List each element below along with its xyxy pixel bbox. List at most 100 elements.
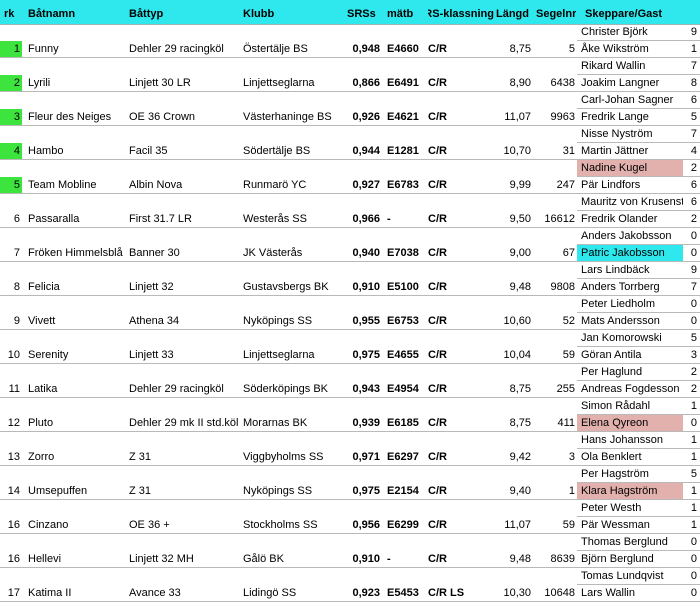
srs-value: 0,975 xyxy=(352,485,380,497)
crew-count: 0 xyxy=(690,417,697,429)
rank-value: 11 xyxy=(8,383,20,395)
length-value: 8,75 xyxy=(509,383,531,395)
rank-value: 13 xyxy=(7,451,20,463)
rank-value: 9 xyxy=(13,315,20,327)
rank-cell: 13 xyxy=(0,449,22,466)
boat-type: OE 36 + xyxy=(129,519,170,531)
measurement-id: - xyxy=(387,213,391,225)
skipper-count: 1 xyxy=(690,434,697,446)
boat-name: Vivett xyxy=(28,315,56,327)
sail-number: 6438 xyxy=(550,77,575,89)
row-divider-inner xyxy=(577,244,700,245)
length-value: 11,07 xyxy=(504,519,531,531)
boat-type: Linjett 32 MH xyxy=(129,553,194,565)
club-name: Stockholms SS xyxy=(243,519,318,531)
rank-value: 16 xyxy=(7,553,20,565)
measurement-id: E6297 xyxy=(387,451,419,463)
measurement-id: E6185 xyxy=(387,417,419,429)
boat-name: Serenity xyxy=(28,349,69,361)
row-divider-inner xyxy=(577,74,700,75)
rank-cell: 10 xyxy=(0,347,22,364)
table-row: 8 Felicia Linjett 32 Gustavsbergs BK 0,910 E5… xyxy=(0,262,700,296)
srs-value: 0,944 xyxy=(352,145,380,157)
table-row: 9 Vivett Athena 34 Nyköpings SS 0,955 E6753 C/… xyxy=(0,296,700,330)
table-row: 10 Serenity Linjett 33 Linjettseglarna 0,975… xyxy=(0,330,700,364)
length-value: 9,42 xyxy=(509,451,531,463)
skipper-count: 6 xyxy=(690,94,697,106)
skipper-count: 1 xyxy=(690,502,697,514)
rank-value: 4 xyxy=(13,145,20,157)
table-row: 6 Passaralla First 31.7 LR Westerås SS 0,966… xyxy=(0,194,700,228)
club-name: Nyköpings SS xyxy=(243,485,313,497)
row-divider-inner xyxy=(577,414,700,415)
crew-name: Fredrik Lange xyxy=(581,111,649,123)
rank-value: 7 xyxy=(13,247,20,259)
club-name: Söderköpings BK xyxy=(243,383,328,395)
srs-class: C/R xyxy=(428,77,447,89)
srs-class: C/R xyxy=(428,179,447,191)
measurement-id: E7038 xyxy=(387,247,419,259)
srs-class: C/R xyxy=(428,247,447,259)
skipper-count: 0 xyxy=(690,298,697,310)
rank-value: 14 xyxy=(7,485,20,497)
skipper-name: Simon Rådahl xyxy=(581,400,651,412)
row-divider-inner xyxy=(577,142,700,143)
length-value: 8,75 xyxy=(509,43,531,55)
rank-cell: 1 xyxy=(0,41,22,58)
table-row: 12 Pluto Dehler 29 mk II std.köl Morarnas B… xyxy=(0,398,700,432)
measurement-id: E5453 xyxy=(387,587,419,599)
club-name: Linjettseglarna xyxy=(243,77,315,89)
skipper-count: 0 xyxy=(690,536,697,548)
rank-cell: 17 xyxy=(0,585,22,602)
crew-count: 1 xyxy=(690,451,697,463)
srs-value: 0,956 xyxy=(352,519,380,531)
srs-value: 0,923 xyxy=(352,587,380,599)
crew-name: Åke Wikström xyxy=(581,43,649,55)
srs-class: C/R xyxy=(428,383,447,395)
crew-name: Björn Berglund xyxy=(581,553,654,565)
rank-value: 8 xyxy=(13,281,20,293)
table-row: 1 Funny Dehler 29 racingköl Östertälje BS 0,… xyxy=(0,24,700,58)
rank-cell: 8 xyxy=(0,279,22,296)
boat-type: Albin Nova xyxy=(129,179,183,191)
boat-name: Team Mobline xyxy=(28,179,97,191)
srs-class: C/R xyxy=(428,213,447,225)
boat-type: Avance 33 xyxy=(129,587,181,599)
skipper-name: Peter Liedholm xyxy=(581,298,655,310)
boat-name: Katima II xyxy=(28,587,72,599)
row-divider-inner xyxy=(577,584,700,585)
skipper-name: Tomas Lundqvist xyxy=(581,570,664,582)
boat-name: Funny xyxy=(28,43,59,55)
sail-number: 9963 xyxy=(550,111,575,123)
rank-cell: 3 xyxy=(0,109,22,126)
club-name: Westerås SS xyxy=(243,213,307,225)
length-value: 9,48 xyxy=(509,281,531,293)
boat-name: Lyrili xyxy=(28,77,51,89)
srs-value: 0,971 xyxy=(352,451,380,463)
crew-count: 5 xyxy=(690,111,697,123)
skipper-count: 1 xyxy=(690,400,697,412)
header-lang: Längd xyxy=(496,8,529,20)
header-club: Klubb xyxy=(243,8,275,20)
skipper-name: Jan Komorowski xyxy=(581,332,662,344)
srs-class: C/R xyxy=(428,417,447,429)
srs-class: C/R xyxy=(428,451,447,463)
srs-class: C/R xyxy=(428,43,447,55)
sail-number: 8639 xyxy=(550,553,575,565)
crew-count: 1 xyxy=(690,43,697,55)
rank-cell: 4 xyxy=(0,143,22,160)
row-divider-inner xyxy=(577,448,700,449)
srs-value: 0,910 xyxy=(352,281,380,293)
boat-name: Pluto xyxy=(28,417,54,429)
sail-number: 16612 xyxy=(544,213,575,225)
sail-number: 3 xyxy=(568,451,575,463)
crew-count: 3 xyxy=(690,349,697,361)
header-segel: Segelnr xyxy=(536,8,576,20)
skipper-count: 9 xyxy=(690,26,697,38)
club-name: Morarnas BK xyxy=(243,417,308,429)
club-name: Linjettseglarna xyxy=(243,349,315,361)
boat-name: Fröken Himmelsblå xyxy=(28,247,123,259)
table-row: 16 Hellevi Linjett 32 MH Gålö BK 0,910- C/R 9,… xyxy=(0,534,700,568)
rank-value: 1 xyxy=(13,43,20,55)
club-name: Västerhaninge BS xyxy=(243,111,332,123)
